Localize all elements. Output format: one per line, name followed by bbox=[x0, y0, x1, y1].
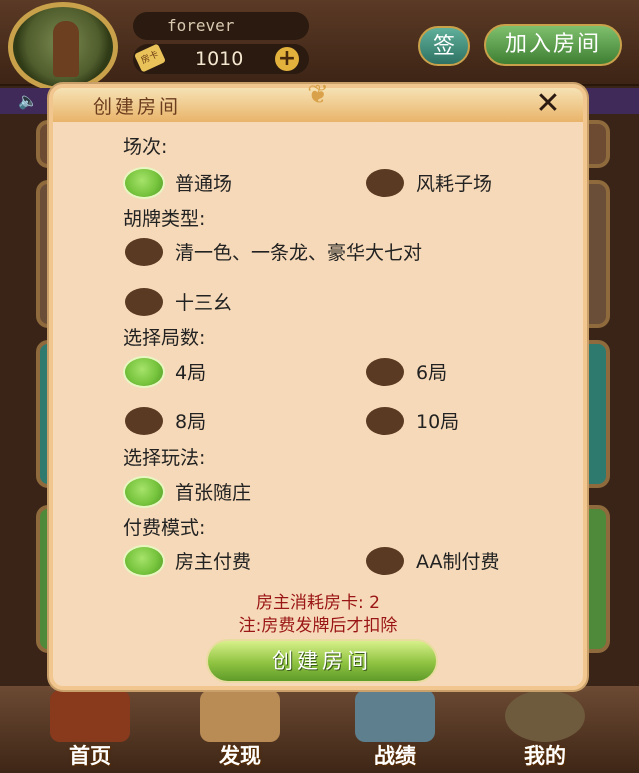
dialog-header: 创建房间 ❦ ✕ bbox=[53, 80, 583, 122]
nav-profile-label: 我的 bbox=[524, 744, 566, 768]
join-room-button[interactable]: 加入房间 bbox=[484, 24, 622, 66]
room-card-counter: 房卡 1010 + bbox=[133, 43, 309, 74]
bottom-nav: 首页 发现 战绩 我的 bbox=[0, 686, 639, 773]
option-label: 10局 bbox=[416, 411, 460, 433]
section-label-payment: 付费模式: bbox=[123, 517, 206, 539]
option-label: 风耗子场 bbox=[416, 173, 493, 195]
close-button[interactable]: ✕ bbox=[531, 88, 565, 120]
radio-selected-icon bbox=[125, 478, 163, 506]
section-label-play-rule: 选择玩法: bbox=[123, 447, 206, 469]
option-label: 6局 bbox=[416, 362, 448, 384]
deduct-note: 注:房费发牌后才扣除 bbox=[238, 616, 398, 636]
username: forever bbox=[133, 12, 309, 40]
dialog-title: 创建房间 bbox=[93, 96, 182, 118]
option-label: AA制付费 bbox=[416, 551, 500, 573]
radio-unselected-icon bbox=[125, 288, 163, 316]
add-cards-button[interactable]: + bbox=[275, 47, 299, 71]
option-label: 房主付费 bbox=[175, 551, 252, 573]
option-label: 首张随庄 bbox=[175, 482, 252, 504]
avatar[interactable] bbox=[8, 2, 118, 92]
create-room-button[interactable]: 创建房间 bbox=[206, 639, 438, 683]
option-label: 4局 bbox=[175, 362, 207, 384]
option-label: 8局 bbox=[175, 411, 207, 433]
nav-home[interactable]: 首页 bbox=[30, 686, 150, 773]
top-bar: forever 房卡 1010 + 签 加入房间 bbox=[0, 0, 639, 92]
nav-record-label: 战绩 bbox=[374, 744, 416, 768]
avatar-figure bbox=[53, 21, 79, 77]
section-label-game-count: 选择局数: bbox=[123, 327, 206, 349]
cost-note: 房主消耗房卡: 2 bbox=[256, 593, 380, 613]
create-room-dialog: 创建房间 ❦ ✕ 场次: 普通场 风耗子场 胡牌类型: 清一色、一条龙、豪华大七… bbox=[49, 80, 587, 690]
room-card-count: 1010 bbox=[195, 48, 244, 70]
nav-record[interactable]: 战绩 bbox=[335, 686, 455, 773]
radio-unselected-icon bbox=[366, 358, 404, 386]
profile-icon bbox=[505, 690, 585, 742]
nav-home-label: 首页 bbox=[69, 744, 111, 768]
radio-selected-icon bbox=[125, 358, 163, 386]
option-label: 清一色、一条龙、豪华大七对 bbox=[175, 242, 423, 264]
sign-in-button[interactable]: 签 bbox=[418, 26, 470, 66]
home-icon bbox=[50, 690, 130, 742]
nav-profile[interactable]: 我的 bbox=[485, 686, 605, 773]
radio-unselected-icon bbox=[366, 407, 404, 435]
ornament-icon: ❦ bbox=[307, 80, 329, 110]
room-card-icon: 房卡 bbox=[133, 43, 167, 73]
speaker-icon: 🔈 bbox=[18, 91, 38, 110]
radio-unselected-icon bbox=[366, 547, 404, 575]
discover-icon bbox=[200, 690, 280, 742]
radio-selected-icon bbox=[125, 547, 163, 575]
section-label-rounds-type: 场次: bbox=[123, 136, 168, 158]
nav-discover[interactable]: 发现 bbox=[180, 686, 300, 773]
radio-unselected-icon bbox=[366, 169, 404, 197]
radio-unselected-icon bbox=[125, 407, 163, 435]
option-label: 十三幺 bbox=[175, 292, 233, 314]
section-label-hu-type: 胡牌类型: bbox=[123, 208, 206, 230]
radio-selected-icon bbox=[125, 169, 163, 197]
option-label: 普通场 bbox=[175, 173, 233, 195]
radio-unselected-icon bbox=[125, 238, 163, 266]
record-icon bbox=[355, 690, 435, 742]
nav-discover-label: 发现 bbox=[219, 744, 261, 768]
